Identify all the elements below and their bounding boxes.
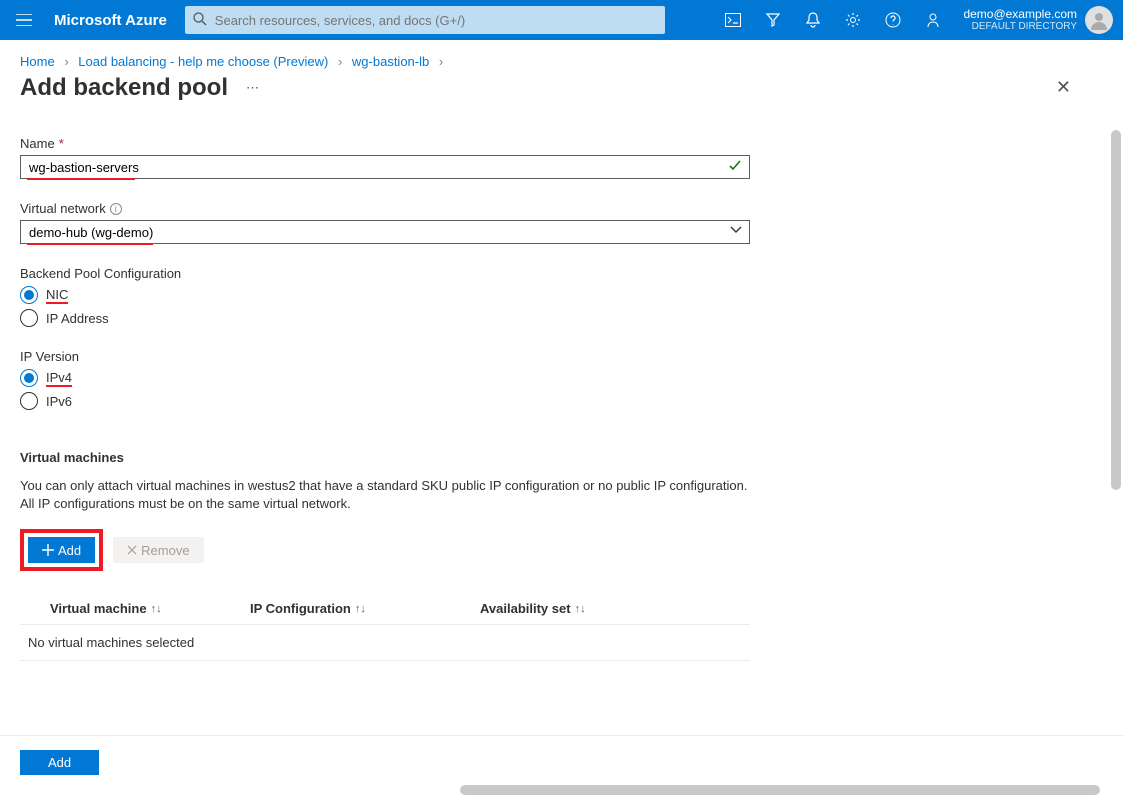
submit-add-button[interactable]: Add [20, 750, 99, 775]
feedback-icon[interactable] [913, 0, 953, 40]
sort-icon: ↑↓ [355, 603, 366, 615]
radio-icon [20, 369, 38, 387]
close-button[interactable]: ✕ [1052, 73, 1103, 102]
check-icon [728, 159, 742, 173]
plus-icon [42, 544, 54, 556]
remove-vm-button: Remove [113, 537, 203, 563]
ipversion-group: IPv4 IPv6 [20, 369, 750, 410]
vnet-select[interactable]: demo-hub (wg-demo) [20, 220, 750, 244]
sort-icon: ↑↓ [575, 603, 586, 615]
backend-config-group: NIC IP Address [20, 286, 750, 327]
annotation-underline [27, 243, 153, 245]
account-directory: DEFAULT DIRECTORY [963, 21, 1077, 33]
page-title: Add backend pool [20, 74, 228, 102]
radio-nic[interactable]: NIC [20, 286, 750, 304]
breadcrumb: Home › Load balancing - help me choose (… [0, 40, 1123, 73]
radio-icon [20, 392, 38, 410]
avatar [1085, 6, 1113, 34]
annotation-underline [27, 178, 135, 180]
help-icon[interactable] [873, 0, 913, 40]
top-icons [713, 0, 953, 40]
hamburger-menu[interactable] [0, 0, 48, 40]
scrollbar-horizontal[interactable] [460, 785, 1100, 795]
scrollbar-vertical[interactable] [1111, 130, 1121, 490]
notifications-icon[interactable] [793, 0, 833, 40]
radio-icon [20, 286, 38, 304]
cloud-shell-icon[interactable] [713, 0, 753, 40]
vm-section-heading: Virtual machines [20, 450, 750, 465]
vm-table-empty: No virtual machines selected [20, 625, 750, 661]
search-input[interactable] [185, 6, 665, 34]
radio-ipv4[interactable]: IPv4 [20, 369, 750, 387]
search-icon [193, 12, 207, 26]
breadcrumb-home[interactable]: Home [20, 54, 55, 69]
info-icon[interactable]: i [110, 203, 122, 215]
add-vm-button[interactable]: Add [28, 537, 95, 563]
settings-icon[interactable] [833, 0, 873, 40]
radio-ipaddress[interactable]: IP Address [20, 309, 750, 327]
radio-ipv6[interactable]: IPv6 [20, 392, 750, 410]
backend-config-label: Backend Pool Configuration [20, 266, 750, 281]
account-email: demo@example.com [963, 7, 1077, 21]
radio-icon [20, 309, 38, 327]
more-actions-button[interactable]: ⋯ [246, 80, 261, 96]
chevron-right-icon: › [439, 54, 443, 69]
sort-icon: ↑↓ [151, 603, 162, 615]
name-input[interactable] [20, 155, 750, 179]
breadcrumb-resource[interactable]: wg-bastion-lb [352, 54, 429, 69]
content-pane: Name * Virtual network i demo-hub (wg-de… [0, 116, 1123, 773]
annotation-highlight: Add [20, 529, 103, 571]
column-vm[interactable]: Virtual machine ↑↓ [20, 601, 250, 616]
breadcrumb-loadbalancing[interactable]: Load balancing - help me choose (Preview… [78, 54, 328, 69]
directory-filter-icon[interactable] [753, 0, 793, 40]
ipversion-label: IP Version [20, 349, 750, 364]
column-ipconfig[interactable]: IP Configuration ↑↓ [250, 601, 480, 616]
chevron-right-icon: › [64, 54, 68, 69]
top-bar: Microsoft Azure demo@example.com DEFAULT… [0, 0, 1123, 40]
vm-table-header: Virtual machine ↑↓ IP Configuration ↑↓ A… [20, 593, 750, 625]
close-icon [127, 545, 137, 555]
vm-section-description: You can only attach virtual machines in … [20, 477, 750, 513]
account-menu[interactable]: demo@example.com DEFAULT DIRECTORY [953, 6, 1123, 34]
vnet-label: Virtual network i [20, 201, 750, 216]
chevron-right-icon: › [338, 54, 342, 69]
brand-label: Microsoft Azure [48, 12, 185, 29]
hamburger-icon [16, 14, 32, 26]
name-label: Name * [20, 136, 750, 151]
column-avset[interactable]: Availability set ↑↓ [480, 601, 710, 616]
title-row: Add backend pool ⋯ ✕ [0, 73, 1123, 116]
